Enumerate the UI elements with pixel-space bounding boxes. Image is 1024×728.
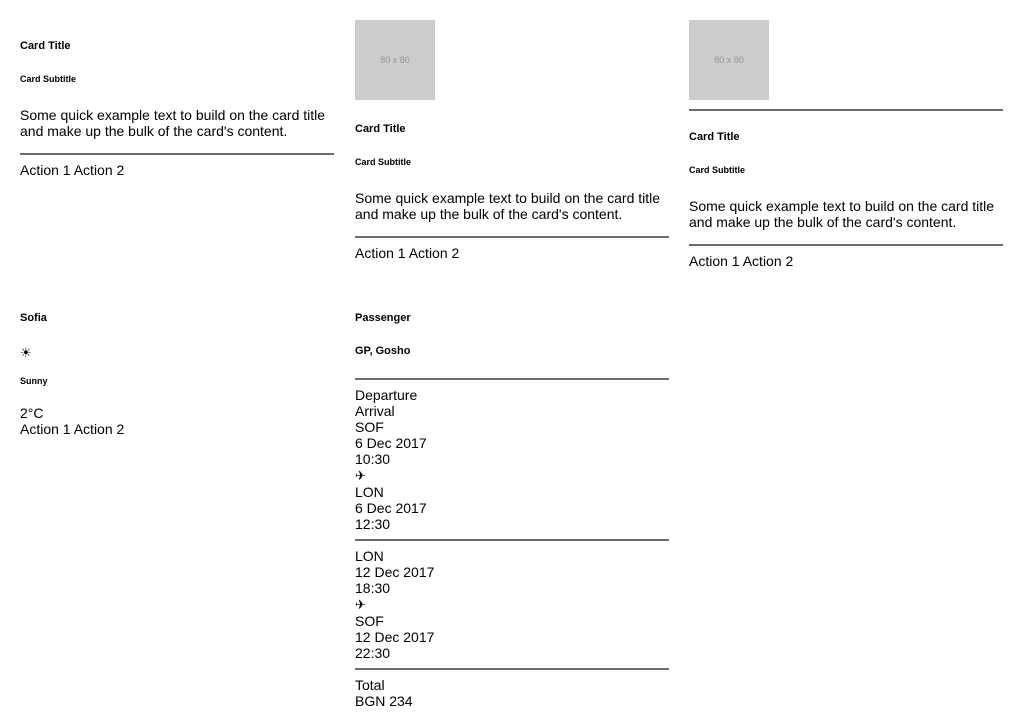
action-2-button[interactable]: Action 2 bbox=[74, 162, 125, 178]
action-2-button[interactable]: Action 2 bbox=[743, 253, 794, 269]
arrival-label: Arrival bbox=[355, 403, 395, 419]
card-content-text: Some quick example text to build on the … bbox=[20, 107, 326, 139]
card-thumbnail-image: 80 x 80 bbox=[355, 20, 435, 100]
weather-temperature: 2°C bbox=[20, 405, 44, 421]
return-arrival-date: 12 Dec 2017 bbox=[355, 629, 435, 645]
card-thumbnail-image: 80 x 80 bbox=[689, 20, 769, 100]
action-1-button[interactable]: Action 1 bbox=[20, 421, 71, 437]
card-actions: Action 1 Action 2 bbox=[20, 162, 335, 178]
card-title: Card Title bbox=[20, 40, 71, 52]
action-2-button[interactable]: Action 2 bbox=[409, 245, 460, 261]
card-subtitle: Card Subtitle bbox=[20, 74, 77, 84]
weather-city: Sofia bbox=[20, 312, 47, 324]
plane-icon: ✈ bbox=[355, 597, 366, 612]
outbound-departure-date: 6 Dec 2017 bbox=[355, 435, 427, 451]
outbound-origin-code: SOF bbox=[355, 419, 384, 435]
card-subtitle: Card Subtitle bbox=[689, 165, 746, 175]
return-destination-code: SOF bbox=[355, 613, 384, 629]
sun-icon: ☀ bbox=[20, 345, 32, 360]
weather-condition: Sunny bbox=[20, 376, 48, 386]
total-price: BGN 234 bbox=[355, 693, 413, 709]
card-content-text: Some quick example text to build on the … bbox=[355, 190, 661, 222]
weather-card: Sofia ☀ Sunny 2°C Action 1 Action 2 bbox=[20, 292, 335, 437]
outbound-arrival-time: 12:30 bbox=[355, 516, 391, 532]
card-actions: Action 1 Action 2 bbox=[689, 253, 1004, 269]
outbound-destination-code: LON bbox=[355, 484, 384, 500]
action-1-button[interactable]: Action 1 bbox=[20, 162, 71, 178]
return-departure-date: 12 Dec 2017 bbox=[355, 564, 435, 580]
return-departure-time: 18:30 bbox=[355, 580, 391, 596]
basic-card: Card Title Card Subtitle Some quick exam… bbox=[20, 20, 335, 178]
plane-icon: ✈ bbox=[355, 468, 366, 483]
media-card: 80 x 80 Card Title Card Subtitle Some qu… bbox=[355, 20, 670, 261]
passenger-heading: Passenger bbox=[355, 312, 411, 324]
card-title: Card Title bbox=[355, 123, 406, 135]
card-content-text: Some quick example text to build on the … bbox=[689, 198, 995, 230]
return-arrival-time: 22:30 bbox=[355, 645, 391, 661]
total-label: Total bbox=[355, 677, 385, 693]
card-actions: Action 1 Action 2 bbox=[355, 245, 670, 261]
action-1-button[interactable]: Action 1 bbox=[355, 245, 406, 261]
action-1-button[interactable]: Action 1 bbox=[689, 253, 740, 269]
card-subtitle: Card Subtitle bbox=[355, 157, 412, 167]
passenger-name: GP, Gosho bbox=[355, 345, 411, 357]
action-2-button[interactable]: Action 2 bbox=[74, 421, 125, 437]
card-title: Card Title bbox=[689, 131, 740, 143]
return-origin-code: LON bbox=[355, 548, 384, 564]
flight-card: Passenger GP, Gosho Departure Arrival SO… bbox=[355, 292, 670, 709]
departure-label: Departure bbox=[355, 387, 418, 403]
outbound-departure-time: 10:30 bbox=[355, 451, 391, 467]
media-divided-card: 80 x 80 Card Title Card Subtitle Some qu… bbox=[689, 20, 1004, 269]
outbound-arrival-date: 6 Dec 2017 bbox=[355, 500, 427, 516]
card-actions: Action 1 Action 2 bbox=[20, 421, 335, 437]
